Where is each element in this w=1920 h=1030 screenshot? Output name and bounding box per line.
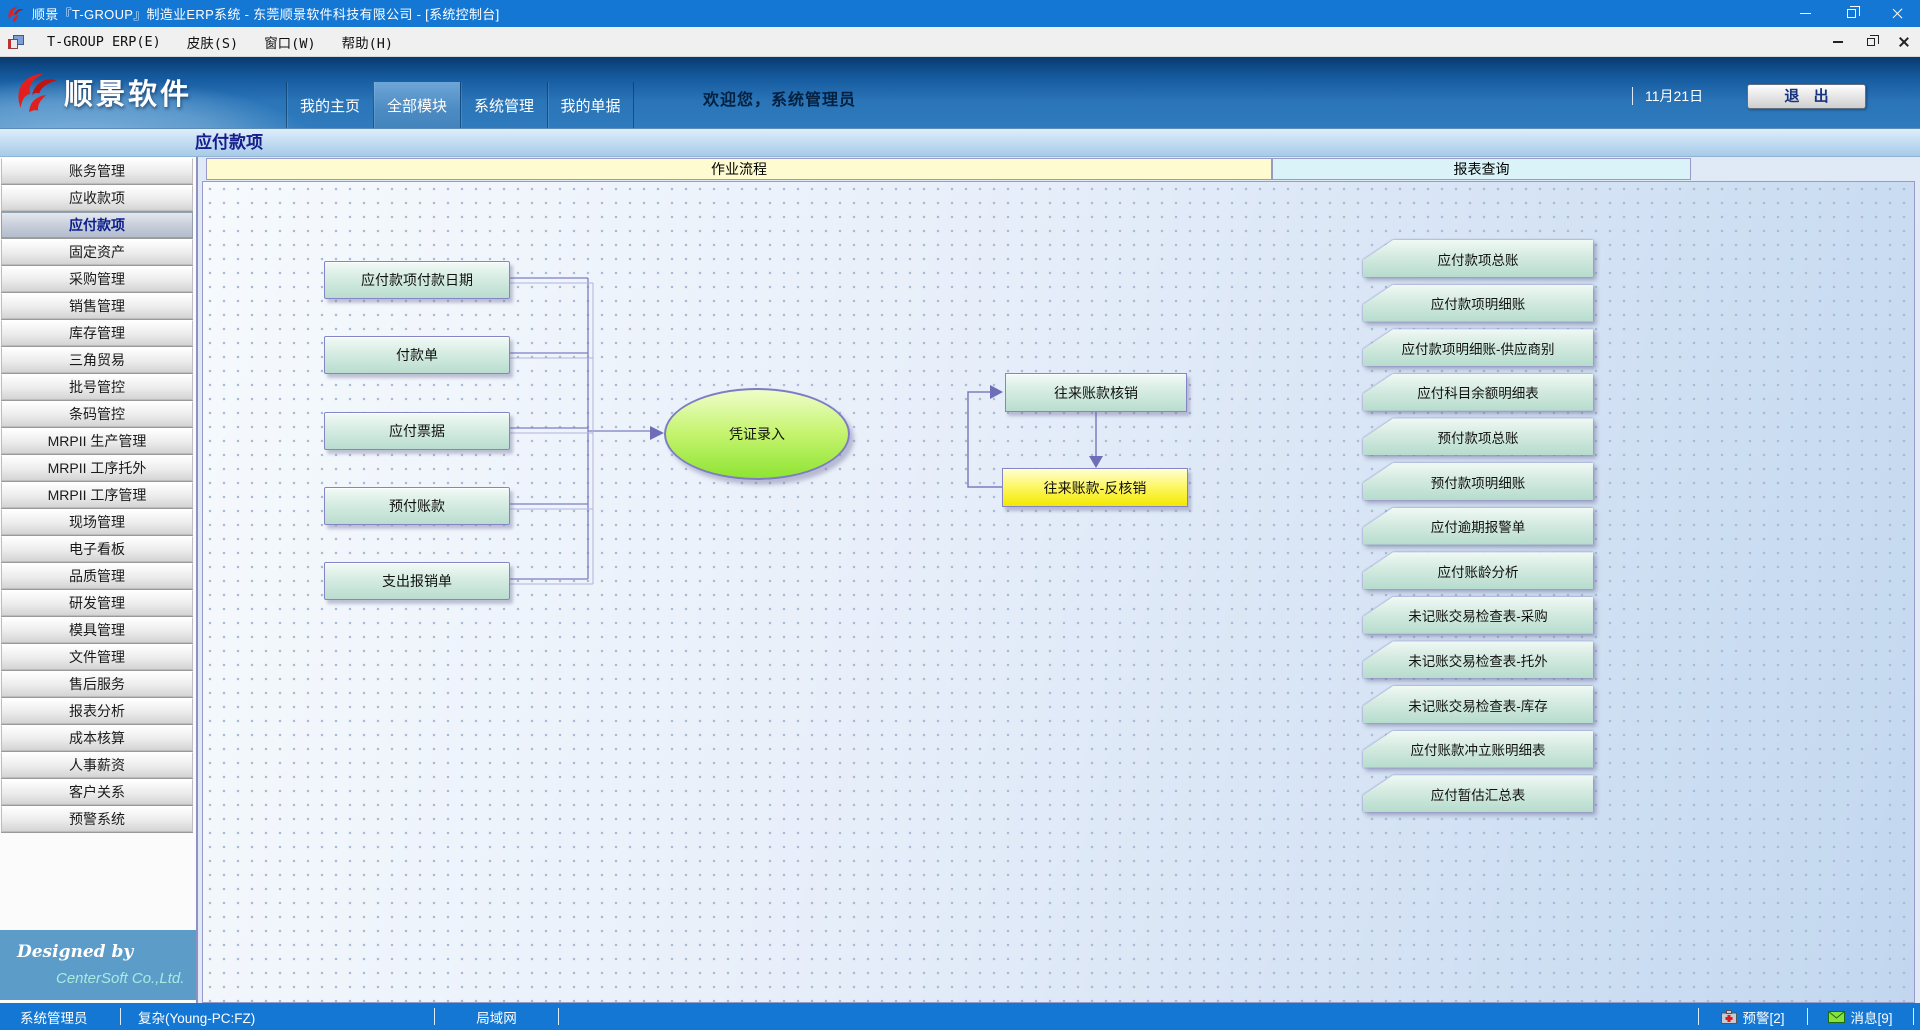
report-button[interactable]: 应付款项明细账: [1363, 285, 1593, 322]
report-button[interactable]: 应付账龄分析: [1363, 552, 1593, 589]
report-button[interactable]: 预付款项明细账: [1363, 463, 1593, 500]
report-button[interactable]: 应付逾期报警单: [1363, 508, 1593, 545]
report-button-label: 应付账龄分析: [1363, 552, 1593, 589]
report-button-label: 应付逾期报警单: [1363, 508, 1593, 545]
flow-connectors: [0, 0, 1920, 1030]
report-button[interactable]: 应付款项明细账-供应商别: [1363, 329, 1593, 366]
report-button-label: 应付款项明细账: [1363, 285, 1593, 322]
flow-box[interactable]: 应付票据: [324, 412, 510, 450]
status-spacer: [559, 1003, 1698, 1030]
report-button[interactable]: 未记账交易检查表-托外: [1363, 641, 1593, 678]
report-button-label: 预付款项总账: [1363, 418, 1593, 455]
report-button-label: 应付账款冲立账明细表: [1363, 731, 1593, 768]
report-button[interactable]: 未记账交易检查表-采购: [1363, 597, 1593, 634]
flow-box[interactable]: 支出报销单: [324, 562, 510, 600]
report-button[interactable]: 应付暂估汇总表: [1363, 775, 1593, 812]
report-button-label: 未记账交易检查表-采购: [1363, 597, 1593, 634]
status-machine: 复杂(Young-PC:FZ): [121, 1003, 434, 1030]
unverify-node[interactable]: 往来账款-反核销: [1002, 468, 1188, 507]
flow-box[interactable]: 预付账款: [324, 487, 510, 525]
report-button[interactable]: 未记账交易检查表-库存: [1363, 686, 1593, 723]
message-label: 消息[9]: [1850, 1007, 1892, 1027]
status-tail: [1914, 1003, 1920, 1030]
report-button-label: 未记账交易检查表-托外: [1363, 641, 1593, 678]
report-button[interactable]: 应付科目余额明细表: [1363, 374, 1593, 411]
alert-status[interactable]: 预警[2]: [1699, 1003, 1807, 1030]
report-button-label: 应付款项总账: [1363, 240, 1593, 277]
status-network: 局域网: [435, 1003, 558, 1030]
report-button[interactable]: 应付款项总账: [1363, 240, 1593, 277]
message-status[interactable]: 消息[9]: [1808, 1003, 1913, 1030]
report-button[interactable]: 预付款项总账: [1363, 418, 1593, 455]
alert-label: 预警[2]: [1742, 1007, 1784, 1027]
status-bar: 系统管理员 复杂(Young-PC:FZ) 局域网 预警[2] 消息[9]: [0, 1003, 1920, 1030]
first-aid-kit-icon: [1721, 1010, 1737, 1024]
report-button[interactable]: 应付账款冲立账明细表: [1363, 731, 1593, 768]
flow-box[interactable]: 付款单: [324, 336, 510, 374]
flow-box[interactable]: 应付款项付款日期: [324, 261, 510, 299]
report-button-label: 预付款项明细账: [1363, 463, 1593, 500]
report-button-label: 应付科目余额明细表: [1363, 374, 1593, 411]
verify-node[interactable]: 往来账款核销: [1005, 373, 1187, 412]
envelope-icon: [1828, 1011, 1845, 1023]
voucher-entry-node[interactable]: 凭证录入: [664, 388, 850, 480]
report-button-label: 应付款项明细账-供应商别: [1363, 329, 1593, 366]
report-button-label: 应付暂估汇总表: [1363, 775, 1593, 812]
status-user: 系统管理员: [0, 1003, 120, 1030]
report-button-label: 未记账交易检查表-库存: [1363, 686, 1593, 723]
